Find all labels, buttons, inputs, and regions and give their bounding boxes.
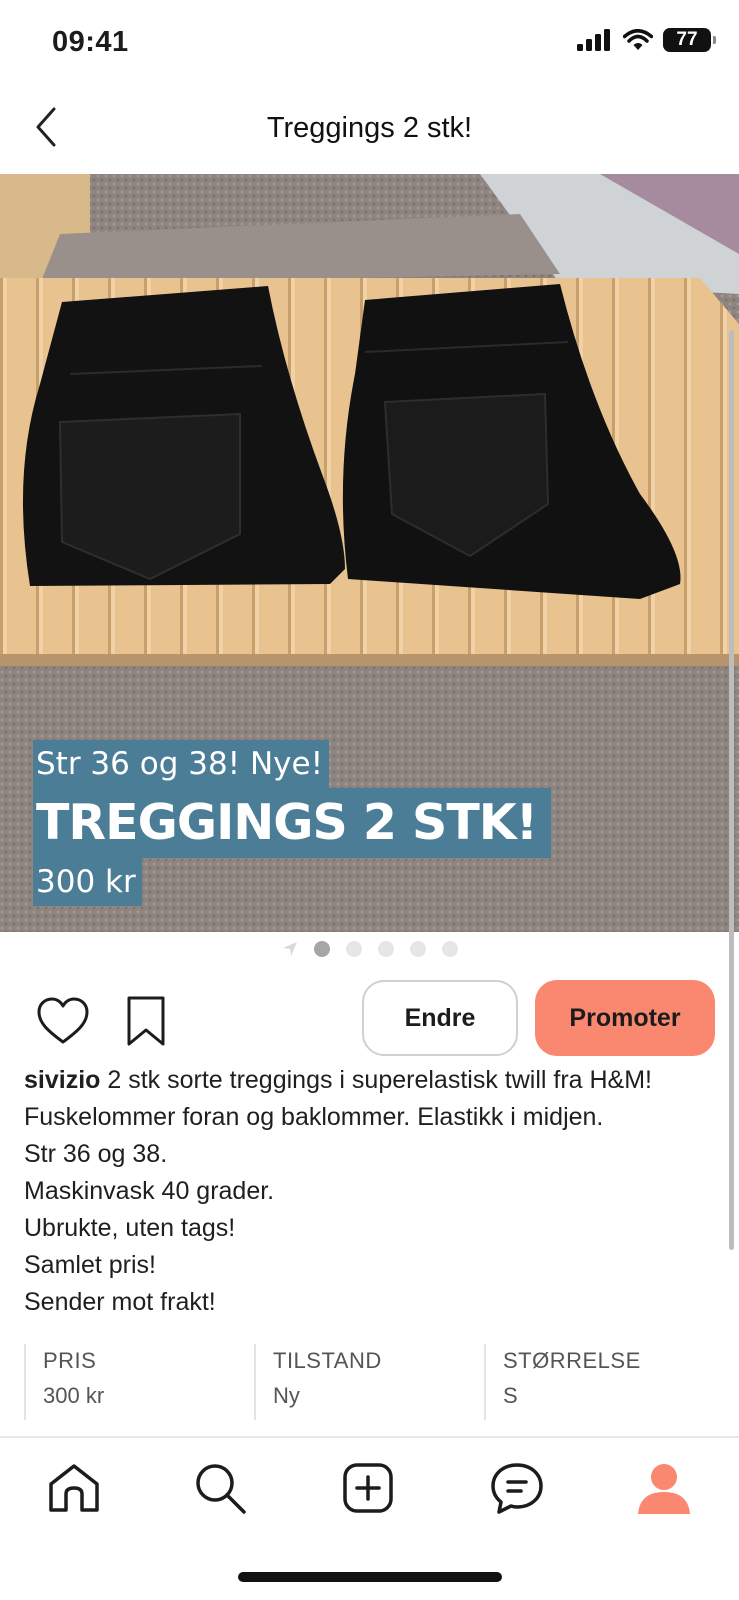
pager-dot[interactable] (313, 941, 330, 957)
action-row: Endre Promoter (0, 976, 739, 1060)
signal-icon (577, 29, 610, 51)
description-line: Sender mot frakt! (24, 1288, 216, 1316)
overlay-title: TREGGINGS 2 STK! (33, 788, 552, 858)
search-icon (196, 1464, 246, 1514)
detail-value: S (503, 1383, 518, 1408)
detail-condition: TILSTAND Ny (254, 1344, 484, 1420)
chat-icon (491, 1463, 543, 1514)
tab-profile[interactable] (636, 1460, 692, 1516)
pager-dot[interactable] (377, 941, 394, 957)
listing-details: PRIS 300 kr TILSTAND Ny STØRRELSE S (24, 1344, 714, 1420)
listing-description: sivizio 2 stk sorte treggings i superela… (24, 1062, 724, 1321)
scroll-indicator (729, 330, 734, 1250)
tab-messages[interactable] (489, 1460, 545, 1516)
home-icon (49, 1464, 99, 1512)
home-indicator (238, 1572, 502, 1582)
detail-label: PRIS (43, 1348, 97, 1373)
status-icons: 77 (577, 28, 716, 52)
tab-add[interactable] (340, 1460, 396, 1516)
description-line: Ubrukte, uten tags! (24, 1214, 236, 1242)
description-line: sivizio 2 stk sorte treggings i superela… (24, 1062, 724, 1099)
tab-search[interactable] (192, 1460, 248, 1516)
wifi-icon (623, 29, 653, 50)
detail-size: STØRRELSE S (484, 1344, 714, 1420)
detail-value: 300 kr (43, 1383, 105, 1408)
detail-value: Ny (273, 1383, 300, 1408)
promote-button[interactable]: Promoter (535, 980, 715, 1056)
location-arrow-icon (282, 942, 297, 956)
image-pager (0, 932, 739, 966)
page-title: Treggings 2 stk! (266, 112, 473, 144)
save-button[interactable] (124, 994, 168, 1048)
battery-icon: 77 (663, 28, 716, 52)
detail-label: STØRRELSE (503, 1348, 641, 1373)
heart-icon (37, 997, 89, 1044)
edit-button[interactable]: Endre (362, 980, 518, 1056)
description-line: Fuskelommer foran og baklommer. Elastikk… (24, 1103, 604, 1131)
like-button[interactable] (36, 996, 90, 1046)
seller-username[interactable]: sivizio (24, 1066, 100, 1094)
pager-dot[interactable] (441, 941, 458, 957)
status-bar: 09:41 77 (0, 0, 739, 90)
add-icon (343, 1463, 393, 1513)
detail-label: TILSTAND (273, 1348, 382, 1373)
pager-dot[interactable] (409, 941, 426, 957)
overlay-price: 300 kr (33, 858, 142, 906)
nav-header: Treggings 2 stk! (0, 90, 739, 174)
listing-photo[interactable]: Str 36 og 38! Nye! TREGGINGS 2 STK! 300 … (0, 174, 739, 932)
description-line: Samlet pris! (24, 1251, 156, 1279)
overlay-subtitle: Str 36 og 38! Nye! (33, 740, 329, 788)
description-line: Str 36 og 38. (24, 1140, 168, 1168)
description-text: 2 stk sorte treggings i superelastisk tw… (100, 1066, 652, 1094)
status-time: 09:41 (52, 26, 129, 58)
pager-dot[interactable] (345, 941, 362, 957)
detail-price: PRIS 300 kr (24, 1344, 254, 1420)
bookmark-icon (127, 996, 165, 1046)
tab-home[interactable] (46, 1460, 102, 1516)
description-line: Maskinvask 40 grader. (24, 1177, 275, 1205)
profile-icon (638, 1464, 690, 1514)
